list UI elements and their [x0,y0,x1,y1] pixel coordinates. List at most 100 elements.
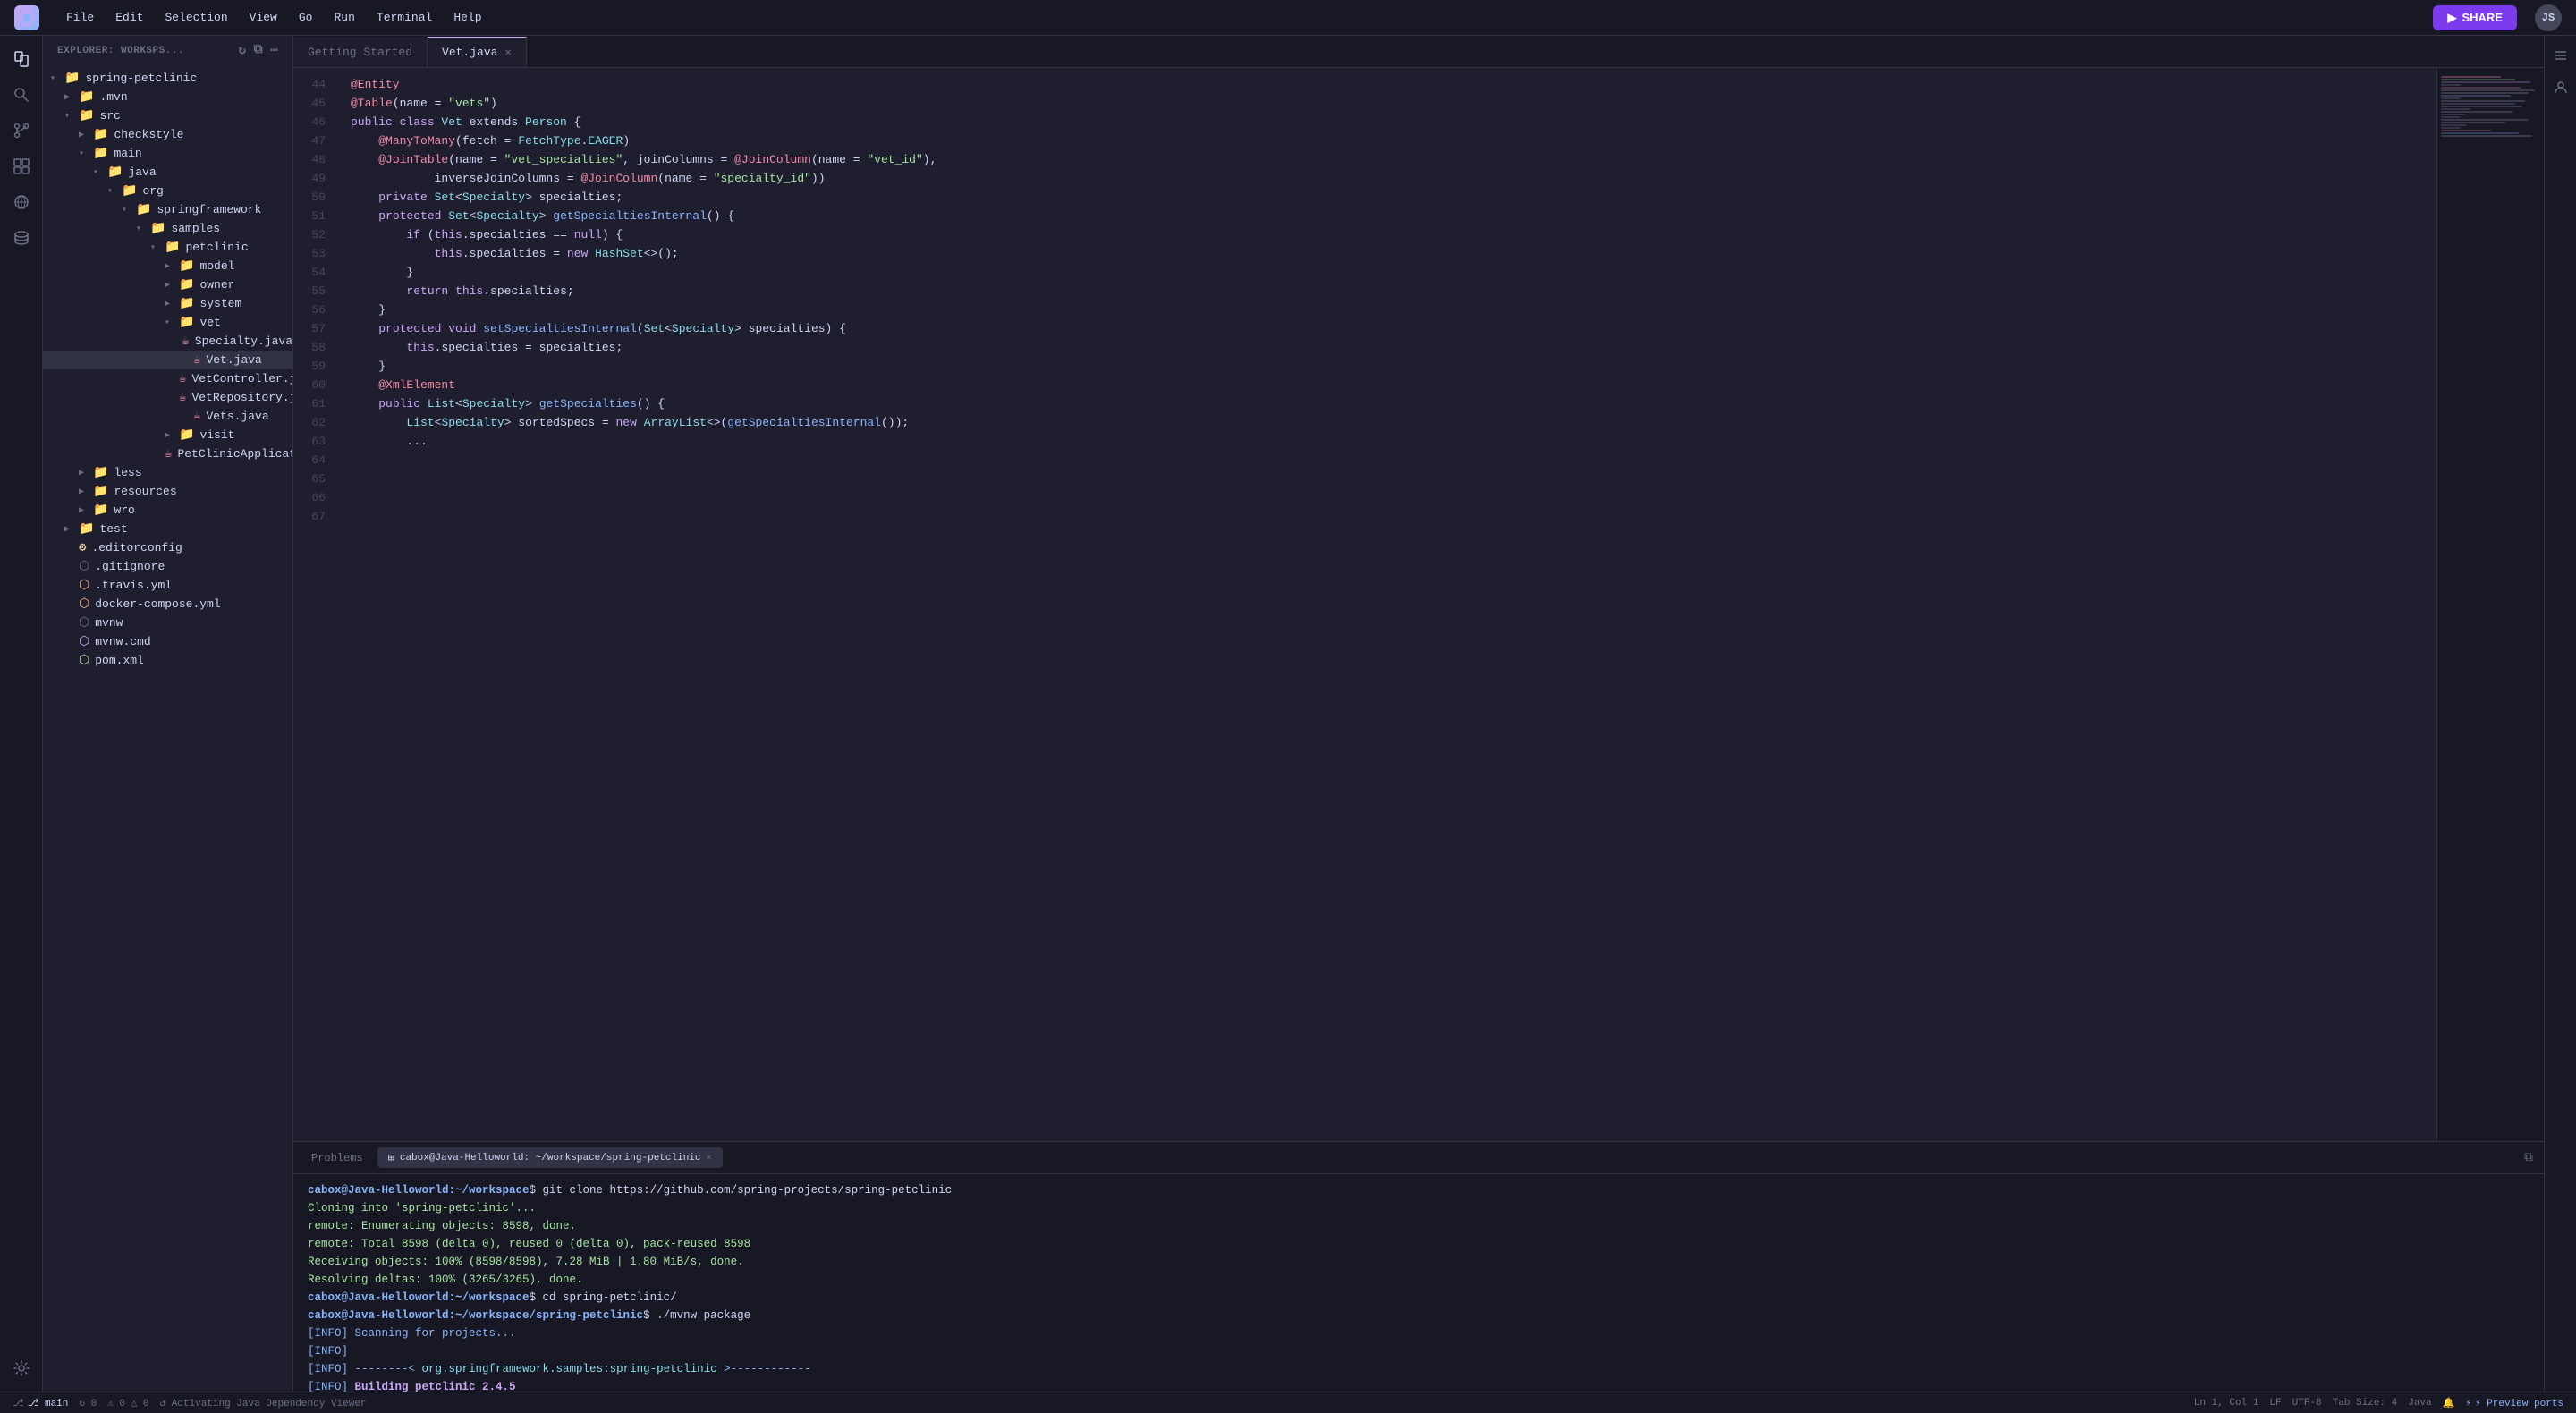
menu-view[interactable]: View [241,7,286,28]
folder-arrow: ▶ [165,261,179,272]
explorer-activity-icon[interactable] [5,43,38,75]
share-button[interactable]: ▶ SHARE [2433,5,2517,30]
tree-item-specialty-java[interactable]: ☕ Specialty.java [43,332,292,351]
status-bell[interactable]: 🔔 [2437,1397,2461,1409]
tree-item-travis-yml[interactable]: ⬡ .travis.yml [43,576,292,595]
menu-edit[interactable]: Edit [106,7,152,28]
tree-item-main[interactable]: ▾ 📁 main [43,144,292,163]
folder-arrow: ▶ [79,130,93,140]
tree-item-mvn[interactable]: ▶ 📁 .mvn [43,88,292,106]
tree-item-vet-folder[interactable]: ▾ 📁 vet [43,313,292,332]
status-right: Ln 1, Col 1 LF UTF-8 Tab Size: 4 Java 🔔 … [2189,1397,2569,1409]
tree-item-visit[interactable]: ▶ 📁 visit [43,426,292,444]
terminal-line-12: [INFO] Building petclinic 2.4.5 [308,1378,2529,1392]
app-logo [14,5,39,30]
tree-item-mvnw-cmd[interactable]: ⬡ mvnw.cmd [43,632,292,651]
status-tab-size[interactable]: Tab Size: 4 [2327,1398,2403,1409]
folder-arrow: ▾ [107,186,122,197]
terminal-tab-problems[interactable]: Problems [301,1148,374,1168]
terminal-tab-close-icon[interactable]: ✕ [707,1153,712,1163]
tree-item-petclinic[interactable]: ▾ 📁 petclinic [43,238,292,257]
sidebar-refresh-icon[interactable]: ↻ [239,43,247,58]
database-activity-icon[interactable] [5,222,38,254]
tab-close-icon[interactable]: ✕ [504,46,511,59]
right-bar [2544,36,2576,1392]
source-control-activity-icon[interactable] [5,114,38,147]
folder-icon: 📁 [93,146,108,161]
tree-item-vet-java[interactable]: ☕ Vet.java [43,351,292,369]
menu-file[interactable]: File [57,7,103,28]
tree-item-docker-compose[interactable]: ⬡ docker-compose.yml [43,595,292,613]
tree-item-vetcontroller-java[interactable]: ☕ VetController.java [43,369,292,388]
tree-item-vetrepository-java[interactable]: ☕ VetRepository.java [43,388,292,407]
code-editor: 44 45 46 47 48 49 50 51 52 53 54 55 56 5… [293,68,2544,1141]
folder-icon: 📁 [93,484,108,499]
extensions-activity-icon[interactable] [5,150,38,182]
right-bar-list-icon[interactable] [2548,43,2573,68]
menu-bar: File Edit Selection View Go Run Terminal… [57,7,491,28]
search-activity-icon[interactable] [5,79,38,111]
terminal-split-button[interactable]: ⧉ [2521,1147,2537,1169]
java-file-icon: ☕ [193,352,200,368]
terminal-line-7: cabox@Java-Helloworld:~/workspace$ cd sp… [308,1289,2529,1307]
java-file-icon: ☕ [179,390,186,405]
tree-item-mvnw[interactable]: ⬡ mvnw [43,613,292,632]
tree-item-less[interactable]: ▶ 📁 less [43,463,292,482]
tree-item-spring-petclinic[interactable]: ▾ 📁 spring-petclinic [43,69,292,88]
tree-item-test[interactable]: ▶ 📁 test [43,520,292,538]
sidebar-new-file-icon[interactable]: ⧉ [254,43,264,58]
status-line-ending[interactable]: LF [2264,1398,2286,1409]
terminal-content[interactable]: cabox@Java-Helloworld:~/workspace$ git c… [293,1174,2544,1392]
tree-item-checkstyle[interactable]: ▶ 📁 checkstyle [43,125,292,144]
tree-item-vets-java[interactable]: ☕ Vets.java [43,407,292,426]
tree-item-owner[interactable]: ▶ 📁 owner [43,275,292,294]
folder-arrow: ▾ [165,317,179,328]
status-language[interactable]: Java [2402,1398,2436,1409]
tree-item-springframework[interactable]: ▾ 📁 springframework [43,200,292,219]
folder-icon: 📁 [79,108,94,123]
folder-arrow: ▶ [79,505,93,516]
tree-item-model[interactable]: ▶ 📁 model [43,257,292,275]
tab-getting-started[interactable]: Getting Started [293,37,428,67]
sidebar-more-icon[interactable]: ⋯ [270,43,278,58]
menu-terminal[interactable]: Terminal [368,7,441,28]
tree-item-resources[interactable]: ▶ 📁 resources [43,482,292,501]
tab-vet-java[interactable]: Vet.java ✕ [428,37,527,67]
status-sync[interactable]: ↻ 0 [73,1397,102,1409]
menu-help[interactable]: Help [445,7,490,28]
folder-arrow: ▶ [165,280,179,291]
status-position[interactable]: Ln 1, Col 1 [2189,1398,2265,1409]
tree-item-petclinic-app[interactable]: ☕ PetClinicApplicati... [43,444,292,463]
tree-item-system[interactable]: ▶ 📁 system [43,294,292,313]
tree-item-src[interactable]: ▾ 📁 src [43,106,292,125]
terminal-line-10: [INFO] [308,1342,2529,1360]
terminal-tab-main[interactable]: ⊞ cabox@Java-Helloworld: ~/workspace/spr… [377,1147,723,1168]
menu-selection[interactable]: Selection [156,7,236,28]
terminal-line-9: [INFO] Scanning for projects... [308,1324,2529,1342]
folder-icon: 📁 [79,521,94,537]
menu-run[interactable]: Run [325,7,363,28]
menu-go[interactable]: Go [290,7,322,28]
remote-activity-icon[interactable] [5,186,38,218]
tree-item-pom-xml[interactable]: ⬡ pom.xml [43,651,292,670]
status-errors[interactable]: ⚠ 0 △ 0 [102,1397,154,1409]
status-preview-ports[interactable]: ⚡ ⚡ Preview ports [2460,1397,2569,1409]
status-encoding[interactable]: UTF-8 [2287,1398,2327,1409]
tree-item-java[interactable]: ▾ 📁 java [43,163,292,182]
right-bar-person-icon[interactable] [2548,75,2573,100]
folder-icon: 📁 [107,165,123,180]
tree-item-gitignore[interactable]: ⬡ .gitignore [43,557,292,576]
folder-arrow: ▶ [79,468,93,478]
tree-item-samples[interactable]: ▾ 📁 samples [43,219,292,238]
status-activating: ↺ Activating Java Dependency Viewer [154,1397,371,1409]
tree-item-wro[interactable]: ▶ 📁 wro [43,501,292,520]
tree-item-org[interactable]: ▾ 📁 org [43,182,292,200]
settings-activity-icon[interactable] [5,1352,38,1384]
terminal-icon: ⊞ [388,1151,394,1164]
folder-arrow: ▶ [79,487,93,497]
status-branch[interactable]: ⎇ ⎇ main [7,1397,73,1409]
tree-item-editorconfig[interactable]: ⚙ .editorconfig [43,538,292,557]
activity-bar [0,36,43,1392]
minimap [2436,68,2544,1141]
code-content[interactable]: @Entity @Table(name = "vets") public cla… [336,68,2436,1141]
